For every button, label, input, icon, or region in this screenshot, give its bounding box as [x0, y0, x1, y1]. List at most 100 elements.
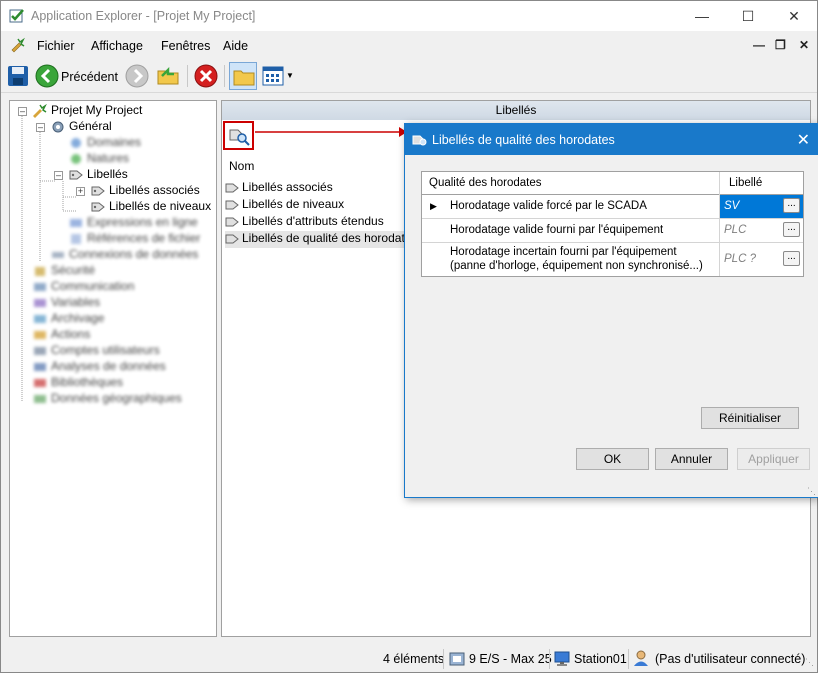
stop-icon[interactable]: [194, 64, 218, 88]
library-icon: [34, 378, 46, 387]
grid-row-value[interactable]: PLC: [724, 224, 746, 236]
list-item[interactable]: Libellés d'attributs étendus: [225, 214, 387, 231]
libelles-collapse-toggle[interactable]: –: [54, 171, 63, 180]
libelles-associes-expand-toggle[interactable]: +: [76, 187, 85, 196]
general-collapse-toggle[interactable]: –: [36, 123, 45, 132]
tree-label-general: Général: [69, 119, 112, 133]
grid-header-quality[interactable]: Qualité des horodates: [429, 177, 542, 189]
annotation-arrow: [255, 127, 407, 137]
dialog-close-icon[interactable]: ✕: [797, 130, 810, 150]
tree-node-blurred[interactable]: Natures: [68, 151, 129, 167]
back-button-label[interactable]: Précédent: [61, 70, 118, 84]
apply-button[interactable]: Appliquer: [737, 448, 810, 470]
tree-node-blurred[interactable]: Analyses de données: [32, 359, 166, 375]
dialog-title-bar: Libellés de qualité des horodates ✕: [405, 124, 818, 155]
grid-row-name[interactable]: Horodatage valide forcé par le SCADA: [450, 200, 647, 212]
station-monitor-icon: [554, 651, 570, 666]
tree-node-blurred[interactable]: Variables: [32, 295, 100, 311]
nature-icon: [71, 153, 81, 164]
ellipsis-button[interactable]: ...: [783, 251, 800, 266]
folder-icon: [233, 70, 255, 86]
ellipsis-button[interactable]: ...: [783, 198, 800, 213]
highlighted-tool-button[interactable]: [223, 121, 254, 150]
grid-row-name-line2[interactable]: (panne d'horloge, équipement non synchro…: [450, 260, 703, 272]
tree-node-blurred[interactable]: Communication: [32, 279, 134, 295]
connection-icon: [52, 251, 64, 258]
folder-view-toggle[interactable]: [229, 62, 257, 90]
dialog-resize-grip-icon[interactable]: ⋱: [807, 486, 816, 497]
ellipsis-button[interactable]: ...: [783, 222, 800, 237]
tree-label-project: Projet My Project: [51, 103, 143, 117]
domain-icon: [71, 137, 81, 148]
list-item[interactable]: Libellés associés: [225, 180, 336, 197]
file-reference-icon: [71, 233, 81, 244]
view-dropdown-arrow-icon[interactable]: ▼: [286, 71, 294, 80]
tree-node-blurred[interactable]: Comptes utilisateurs: [32, 343, 160, 359]
grid-header-label[interactable]: Libellé: [729, 177, 762, 189]
close-button[interactable]: ✕: [771, 1, 817, 31]
tree-label-libelles-niveaux: Libellés de niveaux: [109, 199, 212, 213]
tag-icon: [91, 202, 105, 212]
status-user: (Pas d'utilisateur connecté): [655, 652, 806, 666]
quality-grid: Qualité des horodates Libellé ▶ Horodata…: [421, 171, 804, 277]
security-icon: [35, 266, 45, 276]
title-bar: Application Explorer - [Projet My Projec…: [1, 1, 817, 31]
grid-row-name[interactable]: Horodatage incertain fourni par l'équipe…: [450, 246, 677, 258]
forward-arrow-icon[interactable]: [125, 64, 149, 88]
menu-aide[interactable]: Aide: [223, 39, 248, 53]
tree-node-blurred[interactable]: Expressions en ligne: [68, 215, 198, 231]
tree-node-project[interactable]: Projet My Project: [32, 103, 142, 119]
communication-icon: [34, 282, 46, 291]
mdi-close-button[interactable]: ✕: [799, 38, 809, 52]
grid-row-value: SV: [724, 200, 740, 212]
tag-icon: [225, 234, 239, 244]
tree-node-blurred[interactable]: Sécurité: [32, 263, 95, 279]
tree-node-blurred[interactable]: Bibliothèques: [32, 375, 123, 391]
grid-row-name[interactable]: Horodatage valide fourni par l'équipemen…: [450, 224, 663, 236]
mdi-restore-button[interactable]: ❐: [775, 38, 786, 52]
menu-bar: Fichier Affichage Fenêtres Aide: [1, 32, 817, 58]
cancel-button[interactable]: Annuler: [655, 448, 728, 470]
current-row-arrow-icon: ▶: [430, 201, 437, 211]
minimize-button[interactable]: —: [679, 1, 725, 31]
root-collapse-toggle[interactable]: –: [18, 107, 27, 116]
back-arrow-icon[interactable]: [35, 64, 59, 88]
tree-node-libelles-niveaux[interactable]: Libellés de niveaux: [90, 199, 211, 215]
column-header-nom[interactable]: Nom: [229, 159, 254, 173]
list-view-icon[interactable]: [261, 64, 285, 88]
ok-button[interactable]: OK: [576, 448, 649, 470]
save-icon[interactable]: [6, 64, 30, 88]
app-checkmark-icon: [9, 9, 24, 23]
menu-fenetres[interactable]: Fenêtres: [161, 39, 210, 53]
tree-node-blurred[interactable]: Actions: [32, 327, 90, 343]
tree-node-blurred[interactable]: Archivage: [32, 311, 104, 327]
analysis-icon: [34, 362, 46, 371]
toolbar: Précédent ▼: [1, 60, 817, 93]
tree-node-blurred[interactable]: Connexions de données: [50, 247, 198, 263]
menu-fichier[interactable]: Fichier: [37, 39, 75, 53]
actions-icon: [34, 330, 46, 339]
reset-button[interactable]: Réinitialiser: [701, 407, 799, 429]
resize-grip-icon[interactable]: ⋱: [805, 657, 814, 668]
tree-node-blurred[interactable]: Références de fichier: [68, 231, 200, 247]
mdi-minimize-button[interactable]: —: [753, 38, 765, 52]
app-menu-icon[interactable]: [10, 37, 26, 53]
status-station: Station01: [574, 652, 627, 666]
tag-icon: [225, 200, 239, 210]
tree-node-blurred[interactable]: Données géographiques: [32, 391, 182, 407]
tag-icon: [225, 183, 239, 193]
project-tree: – Projet My Project – Général Domaines N…: [9, 100, 217, 637]
list-item[interactable]: Libellés de niveaux: [225, 197, 347, 214]
list-item-selected[interactable]: Libellés de qualité des horodates: [225, 231, 421, 248]
tree-node-libelles-associes[interactable]: Libellés associés: [90, 183, 200, 199]
open-folder-icon[interactable]: [156, 64, 180, 88]
tree-node-libelles[interactable]: Libellés: [68, 167, 128, 183]
status-item-count: 4 éléments: [383, 652, 445, 666]
tree-node-blurred[interactable]: Domaines: [68, 135, 141, 151]
maximize-button[interactable]: ☐: [725, 1, 771, 31]
menu-affichage[interactable]: Affichage: [91, 39, 143, 53]
grid-row-value[interactable]: PLC ?: [724, 253, 756, 265]
tree-node-general[interactable]: Général: [50, 119, 112, 135]
pane-header: Libellés: [222, 101, 810, 120]
grid-cell-selected[interactable]: SV ...: [720, 195, 803, 218]
